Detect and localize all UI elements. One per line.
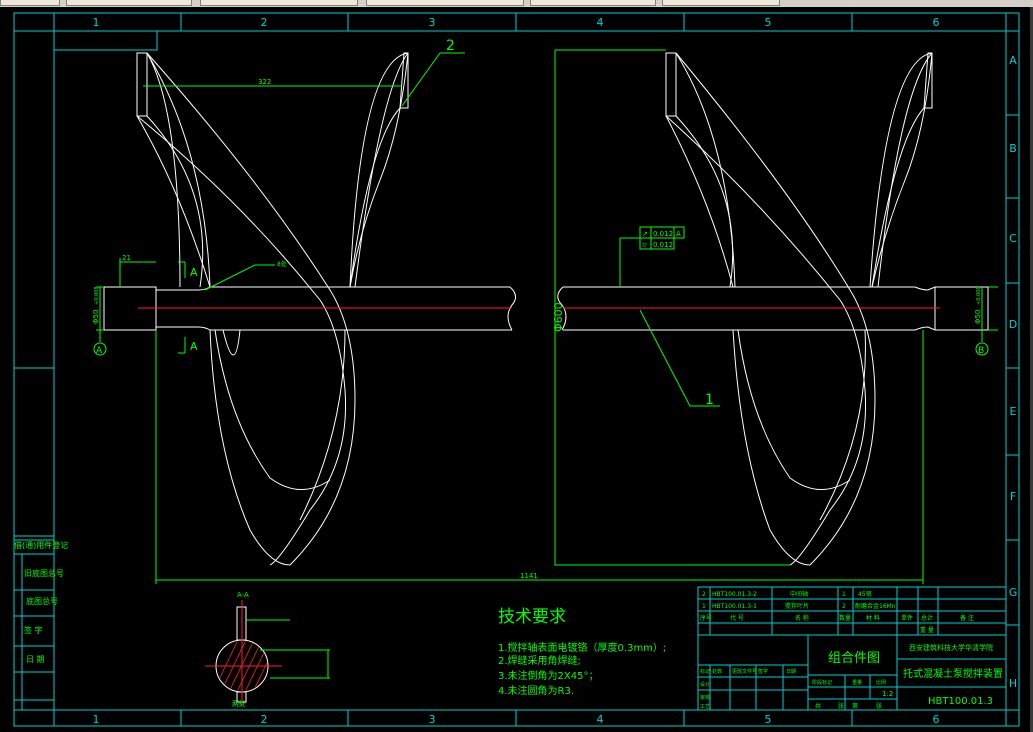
section-mark-bottom: A xyxy=(190,340,198,353)
svg-text:数量: 数量 xyxy=(839,614,851,622)
svg-text:第: 第 xyxy=(852,702,858,710)
balloon-part-1: 1 xyxy=(705,392,714,408)
product-name: 托式混凝土泵搅拌装置 xyxy=(903,667,1003,680)
row-label: F xyxy=(1010,490,1016,503)
tech-req-item: 3.未注倒角为2X45°； xyxy=(498,669,598,682)
gdt-datum-1: A xyxy=(676,230,681,238)
cad-drawing-canvas[interactable]: 1 2 3 4 5 6 1 2 3 4 5 6 A B C D E F G H … xyxy=(0,7,1033,732)
svg-text:1: 1 xyxy=(702,603,706,610)
svg-text:总计: 总计 xyxy=(921,614,933,622)
svg-text:设计: 设计 xyxy=(700,681,710,688)
gdt-symbol-2: ⌭ xyxy=(642,241,647,249)
tolerance-left: +0.008 xyxy=(94,286,100,305)
column-label: 3 xyxy=(429,16,436,29)
svg-text:比例: 比例 xyxy=(876,679,886,686)
svg-text:共: 共 xyxy=(815,702,821,710)
column-label: 1 xyxy=(93,713,100,726)
tech-req-item: 1.搅拌轴表面电镀铬（厚度0.3mm）; xyxy=(498,641,666,654)
svg-text:单件: 单件 xyxy=(901,614,913,622)
tech-req-title: 技术要求 xyxy=(498,607,566,627)
svg-text:HBT100.01.3-1: HBT100.01.3-1 xyxy=(712,603,757,610)
sidebar-label: 签 字 xyxy=(24,625,43,635)
column-label: 5 xyxy=(765,16,772,29)
drawing-number: HBT100.01.3 xyxy=(928,696,993,707)
svg-text:张: 张 xyxy=(876,702,882,710)
column-label: 1 xyxy=(93,16,100,29)
column-label: 2 xyxy=(261,713,268,726)
svg-text:B: B xyxy=(978,346,984,356)
svg-text:HBT100.01.3-2: HBT100.01.3-2 xyxy=(712,591,757,598)
tech-req-item: 4.未注圆角为R3. xyxy=(498,684,574,697)
svg-text:代 号: 代 号 xyxy=(730,614,744,622)
dimension-left-shaft-dia: Φ50 xyxy=(92,310,100,324)
svg-text:重 量: 重 量 xyxy=(920,626,934,634)
svg-text:签字: 签字 xyxy=(758,668,768,675)
svg-text:重量: 重量 xyxy=(852,679,862,686)
section-view-title: A-A xyxy=(237,591,249,599)
svg-text:搅拌叶片: 搅拌叶片 xyxy=(785,602,809,610)
sidebar-label: 借(通)用件登记 xyxy=(14,540,68,550)
svg-text:1: 1 xyxy=(842,591,846,598)
svg-text:中间轴: 中间轴 xyxy=(790,590,808,598)
column-label: 6 xyxy=(933,713,940,726)
dimension-shaft-end: 21 xyxy=(122,254,131,262)
column-label: 3 xyxy=(429,713,436,726)
gdt-value-1: 0.012 xyxy=(653,230,673,238)
row-label: A xyxy=(1009,54,1017,67)
row-label: B xyxy=(1009,142,1017,155)
school-name: 西安建筑科技大学华清学院 xyxy=(909,643,993,652)
dimension-right-shaft-dia: Φ50 xyxy=(974,310,982,324)
tech-req-item: 2.焊缝采用角焊缝; xyxy=(498,654,581,667)
dimension-pitch: 322 xyxy=(258,78,271,86)
svg-text:阶段标记: 阶段标记 xyxy=(812,679,832,686)
drawing-name: 组合件图 xyxy=(828,651,880,666)
row-label: D xyxy=(1009,318,1017,331)
row-label: E xyxy=(1010,405,1017,418)
toolbar-fragment-1[interactable] xyxy=(0,0,60,6)
svg-text:工艺: 工艺 xyxy=(700,704,710,710)
svg-text:备 注: 备 注 xyxy=(960,614,974,622)
svg-text:标记: 标记 xyxy=(700,668,710,675)
toolbar-fragment-4[interactable] xyxy=(366,0,524,6)
svg-text:材 料: 材 料 xyxy=(866,614,880,622)
svg-text:名 称: 名 称 xyxy=(795,614,809,622)
dimension-overall-length: 1141 xyxy=(520,572,538,580)
section-mark-top: A xyxy=(190,266,198,279)
balloon-part-2: 2 xyxy=(446,38,455,54)
scale-value: 1:2 xyxy=(882,690,893,698)
toolbar-fragment-6[interactable] xyxy=(662,0,780,6)
sidebar-label: 底图总号 xyxy=(26,596,58,606)
svg-text:耐磨合金16Mn: 耐磨合金16Mn xyxy=(855,602,896,610)
row-label: G xyxy=(1009,586,1018,599)
gdt-value-2: 0.012 xyxy=(653,241,673,249)
svg-text:2: 2 xyxy=(702,591,706,598)
svg-text:更改文件号: 更改文件号 xyxy=(732,668,757,675)
svg-text:审核: 审核 xyxy=(700,694,710,701)
column-label: 6 xyxy=(933,16,940,29)
column-label: 2 xyxy=(261,16,268,29)
svg-text:2: 2 xyxy=(842,603,846,610)
svg-text:序号: 序号 xyxy=(700,614,712,622)
tolerance-right: +0.008 xyxy=(976,286,982,305)
svg-text:A: A xyxy=(96,346,103,356)
toolbar-fragment-2[interactable] xyxy=(66,0,192,6)
row-label: C xyxy=(1009,232,1017,245)
weld-note: 8处 xyxy=(277,260,287,268)
svg-text:日期: 日期 xyxy=(786,669,796,675)
svg-text:处数: 处数 xyxy=(712,668,722,675)
column-label: 5 xyxy=(765,713,772,726)
section-view-note: 两处 xyxy=(232,699,246,708)
toolbar-fragment-3[interactable] xyxy=(200,0,358,6)
gdt-symbol-1: ↗ xyxy=(642,230,648,238)
dimension-blade-diameter: Φ600 xyxy=(552,302,565,332)
column-label: 4 xyxy=(597,713,604,726)
toolbar-fragment-5[interactable] xyxy=(530,0,656,6)
sidebar-label: 日 期 xyxy=(26,655,45,664)
column-label: 4 xyxy=(597,16,604,29)
svg-text:张: 张 xyxy=(838,702,844,710)
row-label: H xyxy=(1009,677,1017,690)
sidebar-label: 旧底图总号 xyxy=(24,568,64,578)
svg-text:45钢: 45钢 xyxy=(858,590,872,598)
